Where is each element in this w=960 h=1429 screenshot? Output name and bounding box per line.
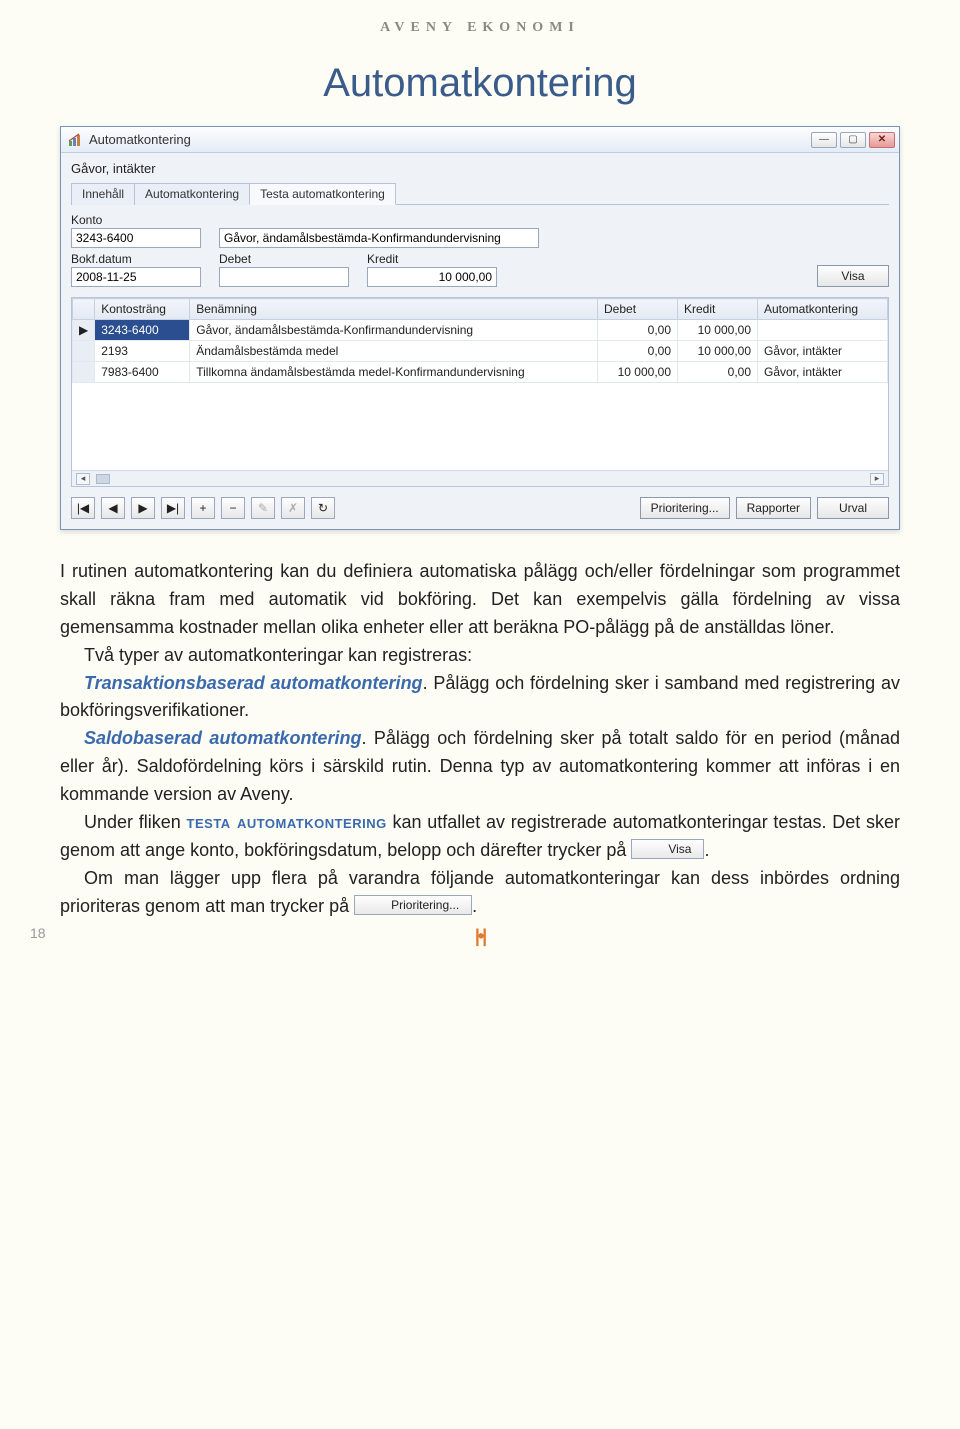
rapporter-button[interactable]: Rapporter (736, 497, 811, 519)
context-label: Gåvor, intäkter (71, 161, 889, 176)
kw-transaktionsbaserad: Transaktionsbaserad automatkontering (84, 673, 423, 693)
col-debet[interactable]: Debet (598, 299, 678, 320)
page-number: 18 (30, 925, 46, 941)
col-automatkontering[interactable]: Automatkontering (758, 299, 888, 320)
scroll-thumb[interactable] (96, 474, 110, 484)
maximize-button[interactable]: ▢ (840, 132, 866, 148)
nav-edit[interactable]: ✎ (251, 497, 275, 519)
col-benamning[interactable]: Benämning (190, 299, 598, 320)
tab-testa-automatkontering[interactable]: Testa automatkontering (249, 183, 396, 205)
results-grid: Kontosträng Benämning Debet Kredit Autom… (71, 297, 889, 487)
paragraph-2: Transaktionsbaserad automatkontering. På… (60, 670, 900, 726)
inline-prioritering-button[interactable]: Prioritering... (354, 895, 472, 915)
bokfdatum-input[interactable] (71, 267, 201, 287)
kw-saldobaserad: Saldobaserad automatkontering (84, 728, 361, 748)
nav-refresh[interactable]: ↻ (311, 497, 335, 519)
paragraph-5: Om man lägger upp flera på varandra följ… (60, 865, 900, 921)
label-bokfdatum: Bokf.datum (71, 252, 201, 266)
konto-desc-input[interactable] (219, 228, 539, 248)
paragraph-2-intro: Två typer av automatkonteringar kan regi… (60, 642, 900, 670)
paragraph-3: Saldobaserad automatkontering. Pålägg oc… (60, 725, 900, 809)
page-header: AVENY EKONOMI (60, 20, 900, 36)
paragraph-4: Under fliken testa automatkontering kan … (60, 809, 900, 865)
tab-automatkontering[interactable]: Automatkontering (134, 183, 250, 205)
bottom-bar: |◀ ◀ ▶ ▶| + − ✎ ✗ ↻ Prioritering... Rapp… (71, 497, 889, 519)
tabs: Innehåll Automatkontering Testa automatk… (71, 182, 889, 205)
app-window: Automatkontering — ▢ ✕ Gåvor, intäkter I… (60, 126, 900, 530)
label-konto: Konto (71, 213, 201, 227)
scroll-right-button[interactable]: ▸ (870, 473, 884, 485)
caps-testa-automatkontering: testa automatkontering (187, 812, 387, 832)
nav-add[interactable]: + (191, 497, 215, 519)
titlebar: Automatkontering — ▢ ✕ (61, 127, 899, 153)
tab-innehall[interactable]: Innehåll (71, 183, 135, 205)
nav-cancel[interactable]: ✗ (281, 497, 305, 519)
minimize-button[interactable]: — (811, 132, 837, 148)
visa-button[interactable]: Visa (817, 265, 889, 287)
close-button[interactable]: ✕ (869, 132, 895, 148)
nav-delete[interactable]: − (221, 497, 245, 519)
scroll-left-button[interactable]: ◂ (76, 473, 90, 485)
col-kontostrang[interactable]: Kontosträng (95, 299, 190, 320)
paragraph-1: I rutinen automatkontering kan du defini… (60, 558, 900, 642)
inline-visa-button[interactable]: Visa (631, 839, 704, 859)
col-kredit[interactable]: Kredit (678, 299, 758, 320)
prioritering-button[interactable]: Prioritering... (640, 497, 730, 519)
urval-button[interactable]: Urval (817, 497, 889, 519)
footer-logo-icon: |•| (475, 926, 485, 947)
page-title: Automatkontering (60, 61, 900, 106)
konto-input[interactable] (71, 228, 201, 248)
nav-first[interactable]: |◀ (71, 497, 95, 519)
kredit-input[interactable] (367, 267, 497, 287)
table-row[interactable]: 2193Ändamålsbestämda medel0,0010 000,00G… (73, 341, 888, 362)
table-row[interactable]: ▶3243-6400Gåvor, ändamålsbestämda-Konfir… (73, 320, 888, 341)
body-text: I rutinen automatkontering kan du defini… (60, 558, 900, 921)
app-icon (67, 132, 83, 148)
grid-scrollbar[interactable]: ◂ ▸ (72, 470, 888, 486)
table-row[interactable]: 7983-6400Tillkomna ändamålsbestämda mede… (73, 362, 888, 383)
label-kredit: Kredit (367, 252, 497, 266)
nav-last[interactable]: ▶| (161, 497, 185, 519)
label-debet: Debet (219, 252, 349, 266)
window-title: Automatkontering (89, 132, 191, 147)
debet-input[interactable] (219, 267, 349, 287)
nav-prev[interactable]: ◀ (101, 497, 125, 519)
nav-next[interactable]: ▶ (131, 497, 155, 519)
